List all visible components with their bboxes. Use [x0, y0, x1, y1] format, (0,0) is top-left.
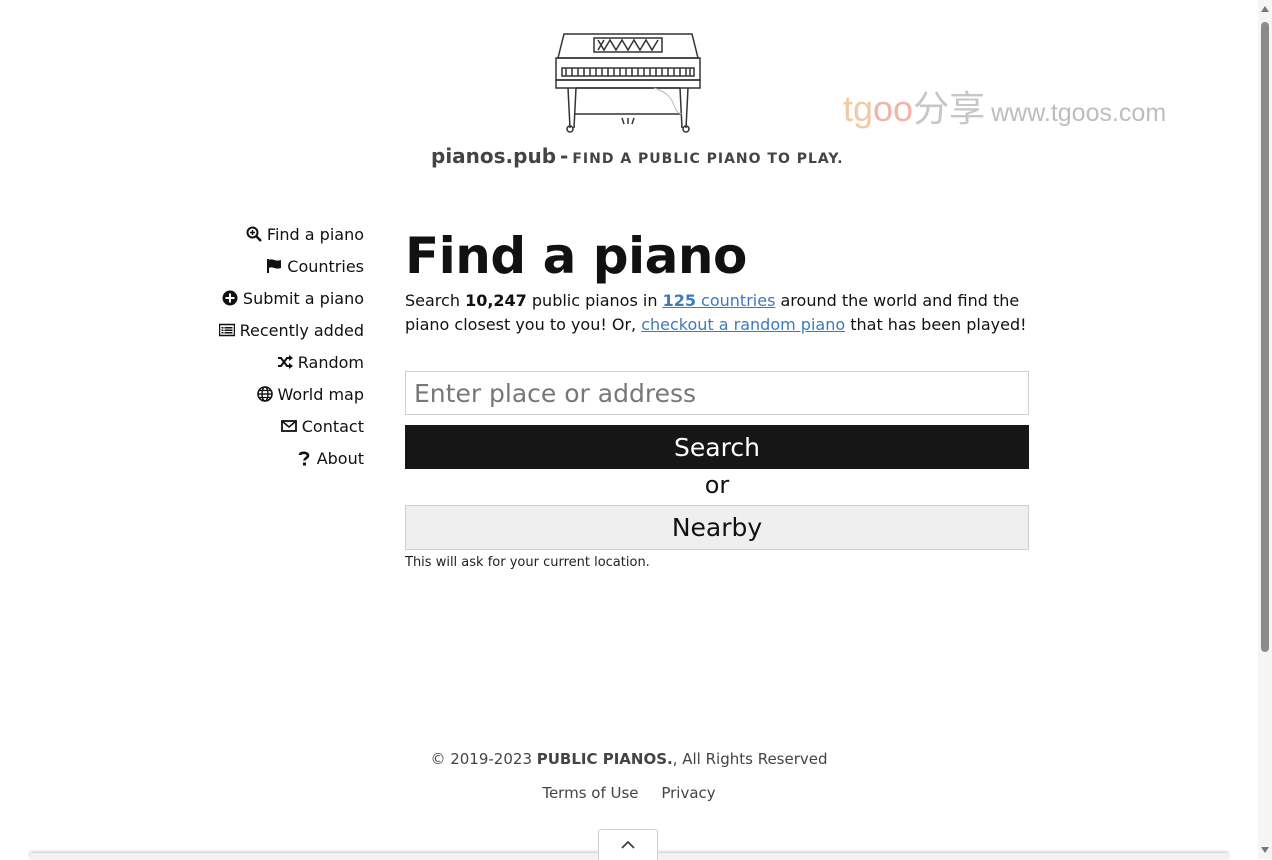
site-name[interactable]: pianos.pub: [431, 144, 556, 168]
intro-text-4: that has been played!: [845, 315, 1027, 334]
watermark-url: www.tgoos.com: [991, 99, 1167, 127]
company-name: PUBLIC PIANOS.: [536, 750, 673, 768]
site-brand: pianos.pub - FIND A PUBLIC PIANO TO PLAY.: [431, 144, 844, 168]
nav-item-world-map[interactable]: World map: [160, 378, 364, 410]
scroll-up-arrow-icon[interactable]: [1261, 6, 1269, 12]
watermark-part2: oo: [873, 88, 914, 129]
plus-circle-icon: [222, 290, 238, 306]
nav-item-contact[interactable]: Contact: [160, 410, 364, 442]
chevron-up-icon: [621, 840, 635, 849]
nav-label: Random: [297, 352, 364, 372]
nav-item-recently-added[interactable]: Recently added: [160, 314, 364, 346]
watermark: tgoo分享 www.tgoos.com: [843, 80, 1166, 132]
list-icon: [218, 322, 235, 338]
nav-item-submit-a-piano[interactable]: Submit a piano: [160, 282, 364, 314]
nav-label: About: [316, 448, 364, 468]
copyright: © 2019-2023 PUBLIC PIANOS., All Rights R…: [0, 750, 1258, 768]
watermark-part3: 分享: [913, 88, 986, 129]
nav-label: Submit a piano: [242, 288, 364, 308]
countries-count: 125: [662, 291, 696, 310]
brand-separator: -: [560, 144, 569, 168]
search-input[interactable]: [405, 371, 1029, 415]
nearby-button[interactable]: Nearby: [405, 505, 1029, 550]
search-button[interactable]: Search: [405, 425, 1029, 469]
nav-label: Contact: [301, 416, 364, 436]
footer-links: Terms of Use Privacy: [0, 784, 1258, 802]
scrollbar-thumb[interactable]: [1261, 22, 1269, 652]
nav-item-countries[interactable]: Countries: [160, 250, 364, 282]
privacy-link[interactable]: Privacy: [661, 784, 715, 802]
countries-word: countries: [695, 291, 776, 310]
piano-illustration-icon: [555, 33, 701, 133]
envelope-icon: [280, 418, 297, 434]
site-tagline: FIND A PUBLIC PIANO TO PLAY.: [572, 151, 844, 167]
vertical-scrollbar[interactable]: [1258, 0, 1272, 859]
nav-item-find-a-piano[interactable]: Find a piano: [160, 218, 364, 250]
page-title: Find a piano: [405, 227, 747, 285]
intro-text-1: Search: [405, 291, 466, 310]
piano-count: 10,247: [465, 291, 527, 310]
nav-label: Find a piano: [266, 224, 364, 244]
piano-logo[interactable]: [550, 28, 706, 134]
nav-label: Recently added: [239, 320, 364, 340]
scroll-down-arrow-icon[interactable]: [1261, 847, 1269, 853]
footer: © 2019-2023 PUBLIC PIANOS., All Rights R…: [0, 750, 1258, 802]
nav-label: World map: [277, 384, 364, 404]
intro-text: Search 10,247 public pianos in 125 count…: [405, 289, 1029, 337]
terms-link[interactable]: Terms of Use: [542, 784, 638, 802]
copyright-suffix: , All Rights Reserved: [672, 750, 828, 768]
watermark-part1: tg: [843, 88, 874, 129]
search-icon: [246, 226, 262, 242]
question-icon: [296, 450, 312, 466]
or-separator: or: [704, 471, 730, 499]
countries-link[interactable]: 125 countries: [663, 291, 776, 310]
nav-item-about[interactable]: About: [160, 442, 364, 474]
intro-text-2: public pianos in: [526, 291, 663, 310]
flag-icon: [266, 258, 282, 274]
scroll-to-top-button[interactable]: [598, 829, 658, 860]
shuffle-icon: [277, 354, 293, 370]
random-piano-link[interactable]: checkout a random piano: [641, 315, 845, 334]
location-hint: This will ask for your current location.: [405, 555, 650, 570]
sidebar-nav: Find a piano Countries Submit a piano Re…: [160, 218, 364, 474]
copyright-prefix: © 2019-2023: [430, 750, 537, 768]
globe-icon: [256, 386, 273, 402]
nav-item-random[interactable]: Random: [160, 346, 364, 378]
main-content: Find a piano Search 10,247 public pianos…: [405, 225, 1029, 570]
nav-label: Countries: [287, 256, 364, 276]
